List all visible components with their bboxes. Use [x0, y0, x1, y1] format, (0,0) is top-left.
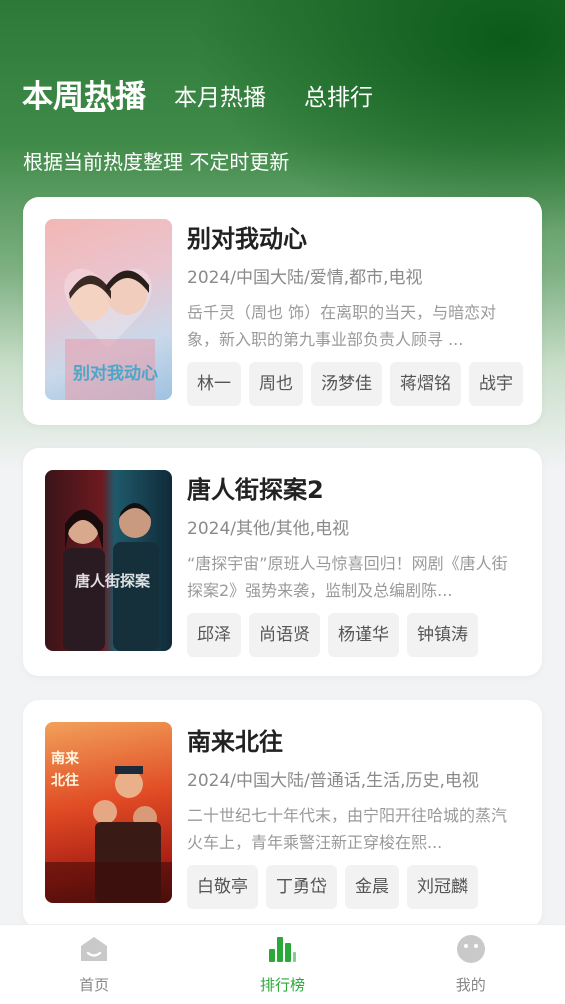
show-card[interactable]: 别对我动心 别对我动心 2024/中国大陆/爱情,都市,电视 岳千灵（周也 饰）…	[23, 197, 542, 425]
profile-icon	[456, 934, 486, 964]
actor-tag[interactable]: 邱泽	[187, 613, 241, 657]
active-tab-indicator	[74, 108, 105, 112]
show-card[interactable]: 唐人街探案 唐人街探案2 2024/其他/其他,电视 “唐探宇宙”原班人马惊喜回…	[23, 448, 542, 676]
actor-tag[interactable]: 金晨	[345, 865, 399, 909]
ranking-icon	[267, 934, 297, 964]
poster-logo-text: 南来北往	[51, 751, 79, 789]
nav-home-label: 首页	[79, 976, 110, 994]
show-poster[interactable]: 别对我动心	[45, 219, 172, 400]
nav-ranking-label: 排行榜	[259, 976, 305, 994]
actor-tag[interactable]: 战宇	[469, 362, 523, 406]
tab-all-time[interactable]: 总排行	[304, 78, 373, 116]
actor-tag[interactable]: 杨谨华	[328, 613, 399, 657]
tab-monthly[interactable]: 本月热播	[174, 78, 266, 116]
show-poster[interactable]: 南来北往	[45, 722, 172, 903]
show-title[interactable]: 别对我动心	[187, 219, 520, 259]
poster-logo-text: 别对我动心	[73, 364, 158, 384]
actor-tag[interactable]: 丁勇岱	[266, 865, 337, 909]
show-title[interactable]: 唐人街探案2	[187, 470, 520, 510]
show-description: “唐探宇宙”原班人马惊喜回归！网剧《唐人街探案2》强势来袭，监制及总编剧陈...	[187, 554, 508, 600]
actor-tag[interactable]: 尚语贤	[249, 613, 320, 657]
actor-list: 林一 周也 汤梦佳 蒋熠铭 战宇	[187, 362, 523, 406]
poster-art	[63, 503, 159, 651]
actor-list: 邱泽 尚语贤 杨谨华 钟镇涛	[187, 613, 520, 657]
show-meta: 2024/中国大陆/普通话,生活,历史,电视	[187, 771, 479, 791]
home-icon	[79, 934, 109, 964]
nav-ranking[interactable]: 排行榜	[222, 934, 342, 995]
actor-list: 白敬亭 丁勇岱 金晨 刘冠麟	[187, 865, 520, 909]
ranking-subtitle: 根据当前热度整理 不定时更新	[23, 150, 290, 174]
actor-tag[interactable]: 刘冠麟	[407, 865, 478, 909]
actor-tag[interactable]: 汤梦佳	[311, 362, 382, 406]
actor-tag[interactable]: 蒋熠铭	[390, 362, 461, 406]
poster-logo-text: 唐人街探案	[75, 572, 151, 590]
show-meta: 2024/中国大陆/爱情,都市,电视	[187, 268, 423, 288]
nav-profile-label: 我的	[455, 976, 486, 994]
show-description: 岳千灵（周也 饰）在离职的当天，与暗恋对象，新入职的第九事业部负责人顾寻 ...	[187, 303, 497, 349]
show-title[interactable]: 南来北往	[187, 722, 520, 762]
ranking-tabs: 本周热播 本月热播 总排行	[22, 56, 411, 116]
show-description: 二十世纪七十年代末，由宁阳开往哈城的蒸汽火车上，青年乘警汪新正穿梭在熙...	[187, 806, 508, 852]
nav-home[interactable]: 首页	[34, 934, 154, 995]
show-card[interactable]: 南来北往 南来北往 2024/中国大陆/普通话,生活,历史,电视 二十世纪七十年…	[23, 700, 542, 928]
show-poster[interactable]: 唐人街探案	[45, 470, 172, 651]
show-meta: 2024/其他/其他,电视	[187, 519, 350, 539]
actor-tag[interactable]: 林一	[187, 362, 241, 406]
actor-tag[interactable]: 白敬亭	[187, 865, 258, 909]
nav-profile[interactable]: 我的	[411, 934, 531, 995]
actor-tag[interactable]: 周也	[249, 362, 303, 406]
actor-tag[interactable]: 钟镇涛	[407, 613, 478, 657]
bottom-nav: 首页 排行榜 我的	[0, 924, 565, 1004]
